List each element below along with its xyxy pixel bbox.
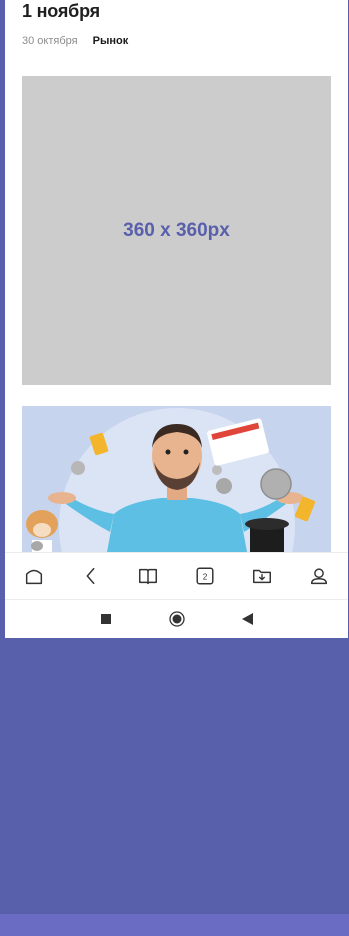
nav-home-button[interactable]	[17, 559, 51, 593]
image-placeholder: 360 x 360px	[22, 76, 331, 385]
nav-reader-button[interactable]	[131, 559, 165, 593]
recent-apps-button[interactable]	[98, 611, 114, 627]
home-system-button[interactable]	[168, 611, 185, 627]
image-placeholder-label: 360 x 360px	[123, 219, 230, 241]
square-icon	[100, 614, 111, 624]
bottom-strip	[0, 914, 349, 936]
article-tag-link[interactable]: Рынок	[93, 35, 129, 47]
bottom-nav: 2	[5, 552, 348, 600]
tabs-icon: 2	[196, 567, 214, 585]
circle-icon	[168, 611, 185, 627]
article-photo-illustration	[22, 406, 331, 552]
article-photo[interactable]	[22, 406, 331, 552]
nav-tabs-button[interactable]: 2	[188, 559, 222, 593]
back-triangle-icon	[242, 613, 253, 625]
download-folder-icon	[253, 569, 272, 584]
nav-back-button[interactable]	[74, 559, 108, 593]
back-system-button[interactable]	[240, 611, 256, 627]
profile-icon	[311, 568, 328, 585]
nav-profile-button[interactable]	[302, 559, 336, 593]
article-date: 30 октября	[22, 35, 78, 47]
article-meta: 30 октября Рынок	[22, 35, 128, 47]
article-title: 1 ноября	[22, 1, 100, 21]
home-icon	[25, 569, 42, 585]
system-nav-bar	[5, 600, 348, 638]
phone-screen: 1 ноября 30 октября Рынок 360 x 360px 2	[5, 0, 348, 638]
back-icon	[86, 567, 95, 585]
nav-downloads-button[interactable]	[245, 559, 279, 593]
tabs-count: 2	[203, 573, 208, 582]
book-icon	[138, 568, 157, 585]
